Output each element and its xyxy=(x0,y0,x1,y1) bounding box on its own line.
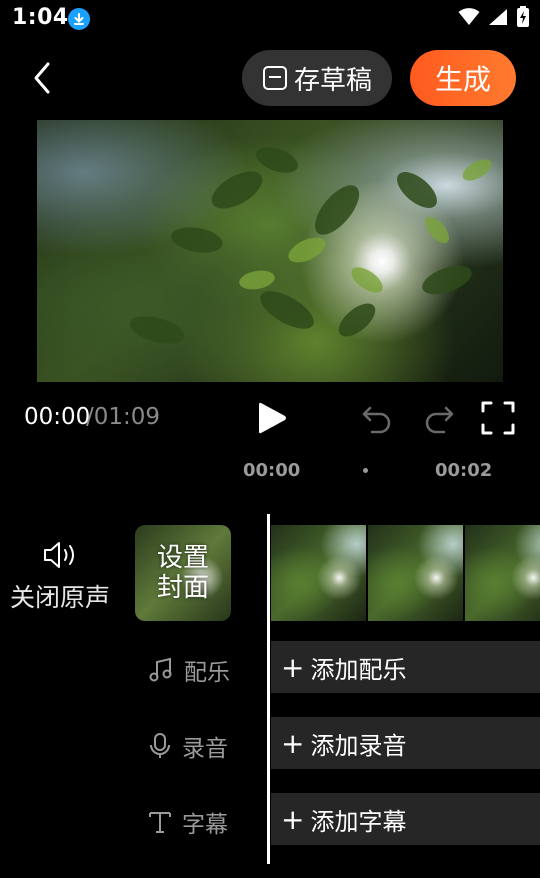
record-track-label: 录音 xyxy=(148,729,228,763)
microphone-icon xyxy=(150,733,170,758)
signal-icon xyxy=(489,9,507,25)
plus-icon: + xyxy=(281,802,305,836)
download-icon xyxy=(68,8,90,30)
set-cover-button[interactable]: 设置封面 xyxy=(135,525,231,621)
fullscreen-button[interactable] xyxy=(480,400,516,436)
chevron-left-icon xyxy=(34,62,50,94)
music-track-label: 配乐 xyxy=(148,653,230,687)
redo-icon xyxy=(425,406,454,434)
video-clip-strip[interactable] xyxy=(271,525,540,621)
video-frame-thumbnail xyxy=(465,525,540,621)
plus-icon: + xyxy=(281,726,305,760)
speaker-icon xyxy=(44,542,74,568)
total-time: /01:09 xyxy=(86,404,161,430)
ruler-tick: 00:02 xyxy=(435,460,493,481)
redo-button[interactable] xyxy=(422,402,456,436)
playhead[interactable] xyxy=(267,514,270,864)
set-cover-label: 设置封面 xyxy=(156,543,209,603)
add-record-button[interactable]: + 添加录音 xyxy=(271,717,540,769)
ruler-tick: 00:00 xyxy=(243,460,301,481)
battery-charging-icon xyxy=(517,6,529,27)
play-icon xyxy=(259,402,286,434)
status-time: 1:04 xyxy=(12,5,69,30)
add-music-button[interactable]: + 添加配乐 xyxy=(271,641,540,693)
video-preview[interactable] xyxy=(37,120,503,382)
wifi-icon xyxy=(458,8,480,25)
save-draft-button[interactable]: 存草稿 xyxy=(242,50,392,106)
plus-icon: + xyxy=(281,650,305,684)
music-note-icon xyxy=(149,657,172,682)
add-subtitle-button[interactable]: + 添加字幕 xyxy=(271,793,540,845)
fullscreen-icon xyxy=(481,401,515,435)
undo-button[interactable] xyxy=(360,402,394,436)
video-frame-thumbnail xyxy=(368,525,463,621)
video-frame-thumbnail xyxy=(271,525,366,621)
play-button[interactable] xyxy=(254,400,290,436)
status-icons xyxy=(458,6,530,28)
preview-foliage xyxy=(129,147,492,344)
ruler-dot xyxy=(363,468,368,473)
current-time: 00:00 xyxy=(24,404,91,430)
back-button[interactable] xyxy=(30,58,70,98)
mute-original-button[interactable] xyxy=(42,538,82,572)
subtitle-track-label: 字幕 xyxy=(148,805,228,839)
mute-original-label[interactable]: 关闭原声 xyxy=(10,578,110,614)
text-icon xyxy=(149,812,171,833)
save-draft-label: 存草稿 xyxy=(293,65,372,96)
generate-button[interactable]: 生成 xyxy=(410,50,516,106)
draft-icon xyxy=(262,66,287,90)
undo-icon xyxy=(362,406,391,434)
